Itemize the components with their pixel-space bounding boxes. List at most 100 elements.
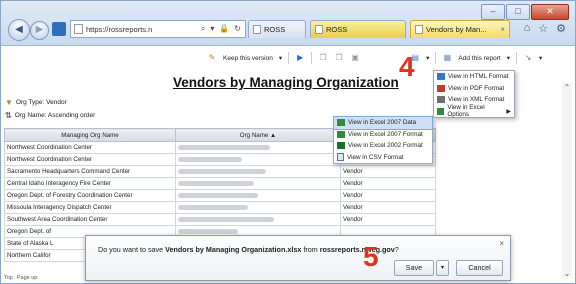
org-type-cell: Vendor [340, 165, 436, 178]
add-report-dropdown-icon[interactable]: ▾ [507, 54, 510, 62]
drill-icon[interactable]: ↘ [523, 53, 533, 63]
scroll-up-icon[interactable]: ⌃ [562, 83, 572, 92]
toolbar-separator [515, 52, 517, 64]
export-icon[interactable]: ▣ [350, 53, 360, 63]
table-row: Oregon Dept. of Forestry Coordination Ce… [4, 189, 436, 202]
drill-dropdown-icon[interactable]: ▾ [539, 54, 542, 62]
tab-ross-2[interactable]: ROSS [310, 20, 406, 38]
excel-icon [437, 107, 445, 115]
redacted-value [178, 180, 254, 186]
view-format-dropdown-icon[interactable]: ▾ [426, 54, 429, 62]
submenu-arrow-icon: ▶ [506, 108, 511, 115]
lock-icon[interactable]: 🔒 [219, 24, 229, 34]
excel-icon [337, 142, 345, 150]
menu-item-excel-options[interactable]: View in Excel Options ▶ [434, 104, 514, 118]
managing-org-cell: Oregon Dept. of Forestry Coordination Ce… [4, 189, 176, 202]
menu-item-excel-2002-format[interactable]: View in Excel 2002 Format [334, 140, 432, 152]
address-bar[interactable]: https://rossreports.n ⌕ ▾ 🔒 ↻ [70, 20, 246, 38]
org-name-cell [175, 201, 341, 214]
managing-org-cell: Southwest Area Coordination Center [4, 213, 176, 226]
org-type-label: Org Type: Vendor [15, 99, 67, 106]
org-name-cell [175, 165, 341, 178]
download-suffix: ? [394, 245, 399, 254]
page-icon [74, 24, 83, 34]
org-name-cell [175, 213, 341, 226]
filter-icon: ▼ [5, 98, 13, 107]
run-icon[interactable]: ▶ [295, 53, 305, 63]
menu-item-html-format[interactable]: View in HTML Format [434, 71, 514, 83]
excel-icon [337, 130, 345, 138]
report-title: Vendors by Managing Organization [173, 75, 399, 90]
org-type-cell: Vendor [340, 213, 436, 226]
managing-org-cell: Central Idaho Interagency Fire Center [4, 177, 176, 190]
tab-label: ROSS [264, 25, 286, 34]
download-filename: Vendors by Managing Organization.xlsx [165, 245, 302, 254]
managing-org-cell: Northwest Coordination Center [4, 153, 176, 166]
keep-version-icon: ✎ [208, 53, 216, 62]
save-button[interactable]: Save [394, 260, 434, 276]
top-link[interactable]: Top [4, 275, 13, 281]
step-number-4: 4 [399, 51, 415, 82]
table-row: Southwest Area Coordination Center Vendor [4, 213, 436, 226]
table-row: Central Idaho Interagency Fire Center Ven… [4, 177, 436, 190]
menu-item-label: View in PDF Format [448, 84, 505, 92]
paste-icon[interactable]: ❐ [334, 53, 344, 63]
settings-gear-icon[interactable]: ⚙ [556, 22, 566, 35]
search-icon[interactable]: ⌕ [201, 24, 205, 34]
keep-version-dropdown-icon[interactable]: ▾ [279, 54, 282, 62]
col-managing-org[interactable]: Managing Org Name [4, 128, 176, 142]
keep-version-button[interactable]: Keep this version [223, 55, 273, 62]
page-up-link[interactable]: Page up [17, 275, 38, 281]
download-notification-bar: Do you want to save Vendors by Managing … [85, 235, 511, 281]
add-report-icon: ▦ [443, 53, 452, 62]
toolbar-separator [435, 52, 437, 64]
browser-window: – □ ✕ ◀ ▶ https://rossreports.n ⌕ ▾ 🔒 ↻ … [0, 0, 576, 284]
vertical-scrollbar[interactable]: ⌃ ⌄ [562, 83, 572, 278]
csv-icon [337, 153, 344, 162]
save-options-dropdown[interactable]: ▾ [436, 260, 449, 276]
site-favicon-icon [52, 22, 66, 36]
tab-label: ROSS [326, 25, 348, 34]
report-toolbar: ✎ Keep this version ▾ ▶ ❐ ❐ ▣ ▤ ▾ ▦ Add … [207, 51, 542, 65]
window-controls: – □ ✕ [481, 4, 569, 20]
menu-item-excel-2007-format[interactable]: View in Excel 2007 Format [334, 129, 432, 141]
favorites-icon[interactable]: ☆ [538, 22, 548, 35]
managing-org-cell: Missoula Interagency Dispatch Center [4, 201, 176, 214]
browser-right-icons: ⌂ ☆ ⚙ [524, 22, 566, 35]
forward-button[interactable]: ▶ [30, 21, 49, 40]
address-icons: ⌕ ▾ 🔒 ↻ [201, 24, 245, 34]
tab-vendors-report[interactable]: Vendors by Man... × [410, 20, 510, 38]
org-type-cell: Vendor [340, 201, 436, 214]
dropdown-icon[interactable]: ▾ [210, 24, 214, 34]
excel-icon [337, 119, 345, 127]
close-window-button[interactable]: ✕ [531, 4, 569, 20]
tab-ross-1[interactable]: ROSS [248, 20, 306, 38]
menu-item-label: View in HTML Format [448, 73, 509, 81]
cancel-button[interactable]: Cancel [456, 260, 503, 276]
tab-close-icon[interactable]: × [500, 25, 505, 34]
menu-item-csv-format[interactable]: View in CSV Format [334, 152, 432, 164]
org-name-label: Org Name: Ascending order [14, 112, 96, 119]
col-org-name[interactable]: Org Name ▲ [175, 128, 341, 142]
scroll-down-icon[interactable]: ⌄ [562, 269, 572, 278]
xml-icon [437, 96, 445, 104]
browser-chrome: – □ ✕ ◀ ▶ https://rossreports.n ⌕ ▾ 🔒 ↻ … [1, 1, 575, 46]
menu-item-pdf-format[interactable]: View in PDF Format [434, 83, 514, 95]
home-icon[interactable]: ⌂ [524, 22, 531, 35]
maximize-button[interactable]: □ [506, 4, 530, 20]
redacted-value [178, 192, 258, 198]
org-name-sort: ⇅ Org Name: Ascending order [5, 111, 95, 120]
managing-org-cell: Sacramento Headquarters Command Center [4, 165, 176, 178]
back-button[interactable]: ◀ [8, 19, 30, 41]
menu-item-label: View in XML Format [448, 96, 505, 104]
refresh-icon[interactable]: ↻ [234, 24, 241, 34]
minimize-button[interactable]: – [481, 4, 505, 20]
download-message: Do you want to save Vendors by Managing … [98, 245, 399, 254]
menu-item-excel-2007-data[interactable]: View in Excel 2007 Data [333, 116, 433, 130]
copy-icon[interactable]: ❐ [318, 53, 328, 63]
download-close-icon[interactable]: × [499, 239, 504, 248]
add-report-button[interactable]: Add this report [458, 55, 500, 62]
tab-page-icon [415, 25, 423, 34]
org-name-cell [175, 177, 341, 190]
step-number-5: 5 [363, 241, 379, 272]
